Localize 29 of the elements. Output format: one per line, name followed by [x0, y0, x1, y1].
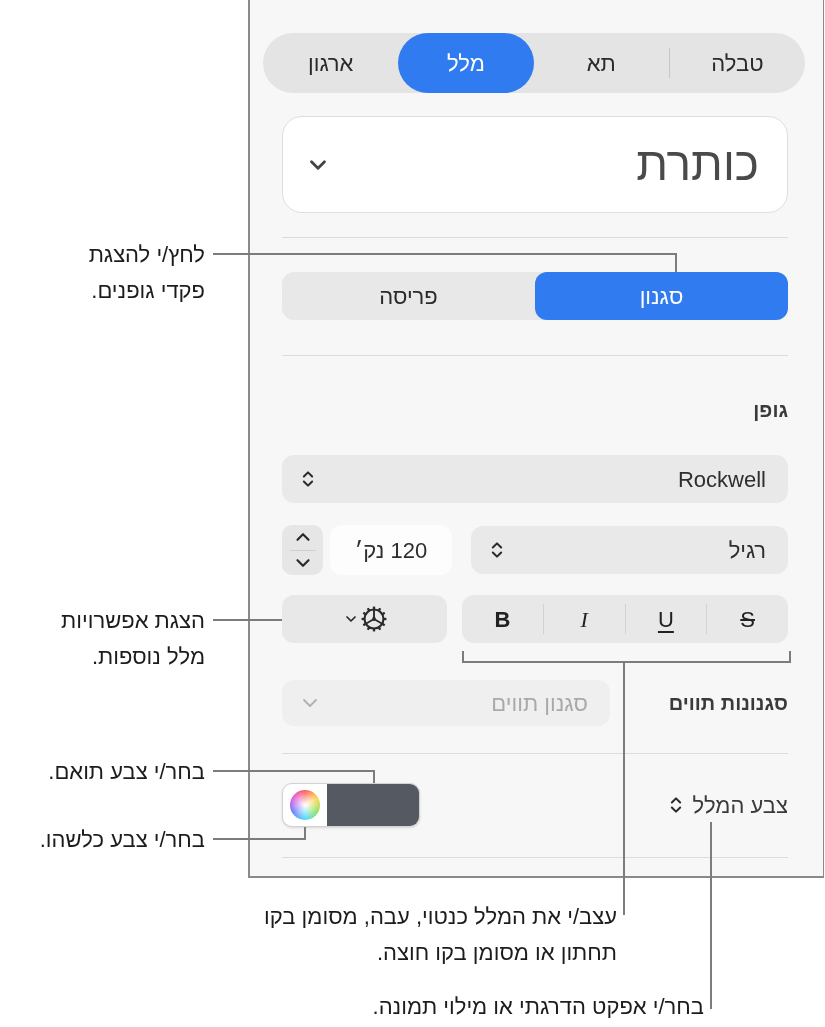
- tab[interactable]: מלל: [398, 33, 534, 93]
- callout-text: בחר/י צבע כלשהו.: [39, 826, 205, 854]
- callout-text: בחר/י אפקט הדרגתי או מילוי תמונה.: [372, 993, 704, 1021]
- font-size-field[interactable]: 120 נק׳: [330, 525, 452, 575]
- advanced-options-button[interactable]: [282, 595, 447, 643]
- segment-tab[interactable]: סגנון: [535, 272, 788, 320]
- fill-type-popup[interactable]: צבע המלל: [666, 788, 788, 822]
- italic-button[interactable]: I: [543, 595, 625, 643]
- gear-icon: [360, 606, 387, 632]
- leader-line: [212, 619, 283, 621]
- callout-text: עצב/י את המלל כנטוי, עבה, מסומן בקו תחתון או מסומן בקו חוצה.: [264, 903, 617, 967]
- color-swatch[interactable]: [327, 784, 419, 826]
- tab[interactable]: טבלה: [669, 33, 805, 93]
- callout-text: בחר/י צבע תואם.: [48, 758, 205, 786]
- segment-tab[interactable]: פריסה: [282, 272, 535, 320]
- bold-button[interactable]: B: [462, 595, 543, 643]
- color-wheel-icon: [290, 790, 320, 820]
- font-family-popup[interactable]: Rockwell: [282, 455, 788, 503]
- tab[interactable]: תא: [533, 33, 669, 93]
- paragraph-style-popup[interactable]: כותרת: [282, 116, 788, 213]
- typeface-popup[interactable]: רגיל: [471, 526, 788, 574]
- section-heading: גופן: [752, 398, 788, 422]
- tab[interactable]: ארגון: [263, 33, 399, 93]
- underline-button[interactable]: U: [625, 595, 707, 643]
- field-label: סגנונות תווים: [668, 691, 788, 716]
- callout-text: לחץ/י להצגת פקדי גופנים.: [88, 241, 205, 305]
- strikethrough-button[interactable]: S: [707, 595, 788, 643]
- callout-text: הצגת אפשרויות מלל נוספות.: [61, 607, 205, 671]
- character-style-popup: סגנון תווים: [282, 680, 610, 726]
